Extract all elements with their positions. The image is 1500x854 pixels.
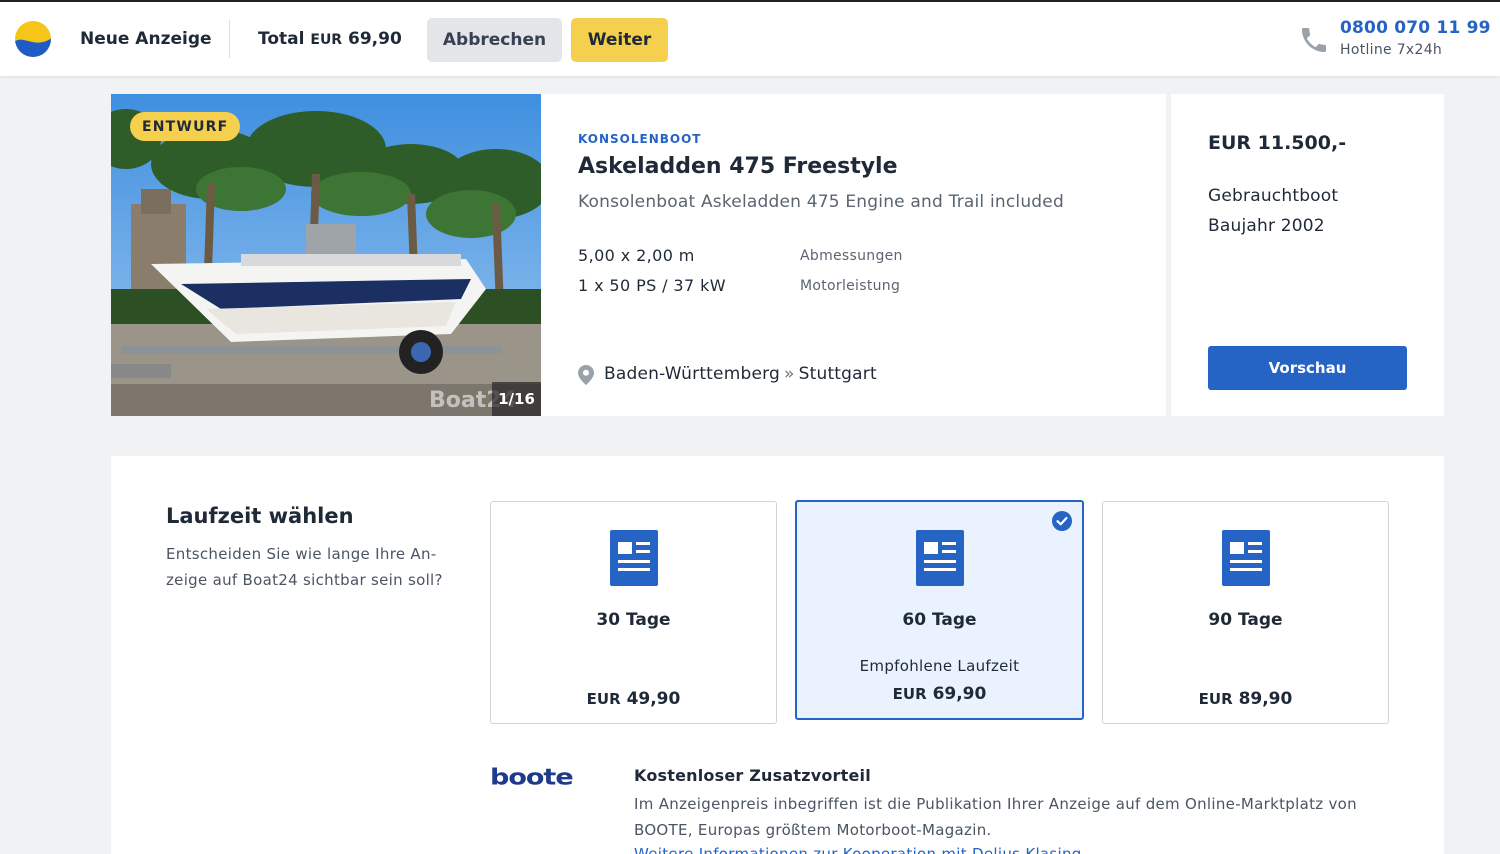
- hotline-number[interactable]: 0800 070 11 99: [1340, 18, 1491, 38]
- boat-title: Askeladden 475 Freestyle: [578, 154, 898, 179]
- extra-benefit-title: Kostenloser Zusatzvorteil: [634, 766, 871, 785]
- hotline-label: Hotline 7x24h: [1340, 42, 1443, 58]
- more-info-link[interactable]: Weitere Informationen zur Kooperation mi…: [634, 845, 1082, 854]
- option-price: EUR 89,90: [1103, 689, 1388, 709]
- price-card: EUR 11.500,- Gebrauchtboot Baujahr 2002 …: [1171, 94, 1444, 416]
- check-circle-icon: [1052, 511, 1072, 531]
- duration-option-30[interactable]: 30 Tage EUR 49,90: [490, 501, 777, 724]
- next-button[interactable]: Weiter: [571, 18, 668, 62]
- total-amount: 69,90: [348, 29, 402, 49]
- draft-badge: ENTWURF: [130, 112, 241, 141]
- page-title: Neue Anzeige: [80, 29, 212, 49]
- document-icon: [609, 530, 658, 586]
- order-total: Total EUR 69,90: [258, 29, 402, 49]
- logo-icon[interactable]: [14, 20, 52, 58]
- option-price-amount: 49,90: [626, 689, 681, 709]
- option-days: 60 Tage: [902, 610, 977, 630]
- spec-dimensions-value: 5,00 x 2,00 m: [578, 246, 695, 265]
- duration-title: Laufzeit wählen: [166, 504, 354, 528]
- duration-section: Laufzeit wählen Entscheiden Sie wie lang…: [111, 456, 1444, 854]
- duration-description: Entscheiden Sie wie lange Ihre An-zeige …: [166, 545, 443, 589]
- preview-button[interactable]: Vorschau: [1208, 346, 1407, 390]
- location-separator: »: [784, 364, 795, 384]
- boat-category: KONSOLENBOOT: [578, 132, 702, 146]
- option-price: EUR 69,90: [797, 684, 1082, 704]
- boat-year: Baujahr 2002: [1208, 216, 1325, 236]
- option-price-amount: 69,90: [932, 684, 987, 704]
- top-header: Neue Anzeige Total EUR 69,90 Abbrechen W…: [0, 0, 1500, 76]
- document-icon: [1221, 530, 1270, 586]
- boat-photo[interactable]: ENTWURF Boat24 1/16: [111, 94, 541, 416]
- spec-engine-label: Motorleistung: [800, 278, 901, 294]
- header-divider: [229, 20, 230, 58]
- boat-photo-image: [111, 94, 541, 416]
- boote-logo: boote: [490, 765, 574, 791]
- phone-icon: [1302, 28, 1326, 52]
- total-currency: EUR: [310, 32, 343, 48]
- location-pin-icon: [578, 365, 594, 385]
- listing-card: ENTWURF Boat24 1/16 KONSOLENBOOT Askelad…: [111, 94, 1166, 416]
- location-region: Baden-Württemberg: [604, 364, 780, 384]
- option-days: 90 Tage: [1208, 610, 1283, 630]
- boat-price: EUR 11.500,-: [1208, 132, 1347, 154]
- option-recommended: Empfohlene Laufzeit: [859, 657, 1020, 675]
- option-price-amount: 89,90: [1238, 689, 1293, 709]
- boat-subtitle: Konsolenboat Askeladden 475 Engine and T…: [578, 192, 1064, 212]
- option-days: 30 Tage: [596, 610, 671, 630]
- option-price-currency: EUR: [586, 690, 621, 708]
- duration-option-60[interactable]: 60 Tage Empfohlene Laufzeit EUR 69,90: [795, 500, 1084, 720]
- option-price: EUR 49,90: [491, 689, 776, 709]
- document-icon: [915, 530, 964, 586]
- total-label: Total: [258, 29, 305, 49]
- option-price-currency: EUR: [1198, 690, 1233, 708]
- location-city: Stuttgart: [798, 364, 877, 384]
- duration-option-90[interactable]: 90 Tage EUR 89,90: [1102, 501, 1389, 724]
- spec-dimensions-label: Abmessungen: [800, 248, 903, 264]
- photo-counter[interactable]: 1/16: [492, 382, 541, 416]
- boat-location: Baden-Württemberg» Stuttgart: [604, 364, 877, 384]
- option-price-currency: EUR: [892, 685, 927, 703]
- spec-engine-value: 1 x 50 PS / 37 kW: [578, 276, 726, 295]
- cancel-button[interactable]: Abbrechen: [427, 18, 562, 62]
- boat-condition: Gebrauchtboot: [1208, 186, 1339, 206]
- extra-benefit-text: Im Anzeigenpreis inbegriffen ist die Pub…: [634, 795, 1357, 839]
